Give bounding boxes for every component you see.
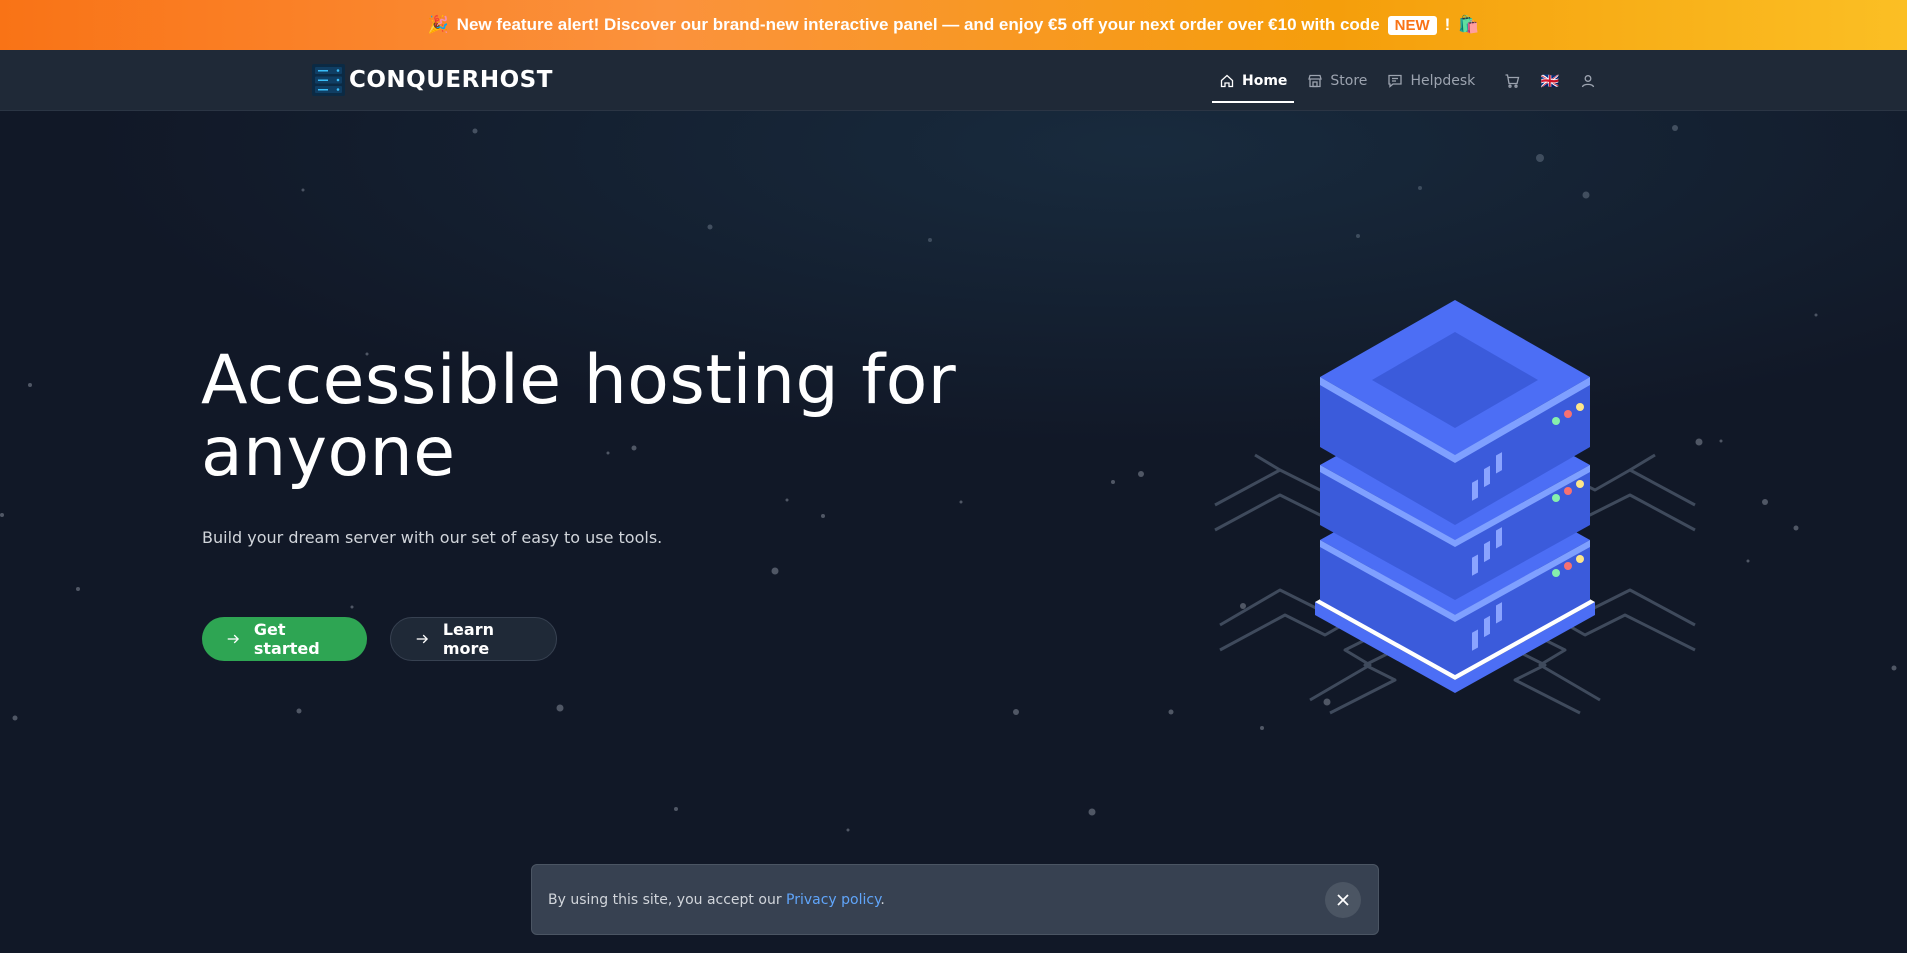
- language-selector[interactable]: 🇬🇧: [1536, 50, 1564, 111]
- logo-text: CONQUERHOST: [349, 67, 553, 93]
- announcement-banner: 🎉 New feature alert! Discover our brand-…: [0, 0, 1907, 50]
- cart-button[interactable]: [1498, 50, 1526, 111]
- home-icon: [1220, 74, 1234, 87]
- store-icon: [1308, 74, 1323, 87]
- arrow-right-icon: [416, 634, 429, 644]
- cart-icon: [1505, 73, 1520, 88]
- chat-icon: [1388, 74, 1403, 88]
- arrow-right-icon: [227, 634, 240, 644]
- privacy-policy-link[interactable]: Privacy policy: [786, 892, 880, 908]
- logo[interactable]: CONQUERHOST: [312, 64, 553, 96]
- nav-store-label: Store: [1330, 72, 1368, 89]
- nav-home[interactable]: Home: [1212, 50, 1295, 111]
- cookie-close-button[interactable]: [1325, 882, 1361, 918]
- nav-helpdesk[interactable]: Helpdesk: [1380, 50, 1482, 111]
- server-logo-icon: [312, 64, 345, 96]
- account-button[interactable]: [1574, 50, 1602, 111]
- user-icon: [1582, 74, 1595, 87]
- cookie-text: By using this site, you accept our Priva…: [548, 892, 885, 908]
- hero-subtitle: Build your dream server with our set of …: [202, 528, 663, 547]
- nav-links: Home Store Helpdesk 🇬🇧: [1212, 50, 1602, 111]
- shopping-bags-emoji: 🛍️: [1458, 15, 1480, 34]
- nav-helpdesk-label: Helpdesk: [1410, 72, 1476, 89]
- close-icon: [1337, 894, 1349, 906]
- learn-more-label: Learn more: [442, 620, 494, 658]
- server-stack-illustration: [1214, 300, 1696, 715]
- party-emoji: 🎉: [427, 15, 449, 34]
- learn-more-button[interactable]: Learn more: [390, 617, 557, 661]
- uk-flag-icon: 🇬🇧: [1540, 71, 1560, 90]
- new-badge: NEW: [1387, 15, 1437, 35]
- banner-text-end: !: [1444, 15, 1451, 34]
- navbar: CONQUERHOST Home Store Helpdesk 🇬🇧: [0, 50, 1907, 111]
- cookie-period: .: [880, 891, 885, 908]
- hero-title: Accessible hosting for anyone: [201, 341, 957, 492]
- nav-home-label: Home: [1242, 72, 1288, 89]
- cookie-message: By using this site, you accept our: [548, 891, 787, 908]
- get-started-label: Get started: [253, 620, 320, 658]
- nav-store[interactable]: Store: [1300, 50, 1374, 111]
- banner-text: New feature alert! Discover our brand-ne…: [456, 15, 1380, 34]
- get-started-button[interactable]: Get started: [202, 617, 367, 661]
- cookie-notice: By using this site, you accept our Priva…: [531, 864, 1379, 935]
